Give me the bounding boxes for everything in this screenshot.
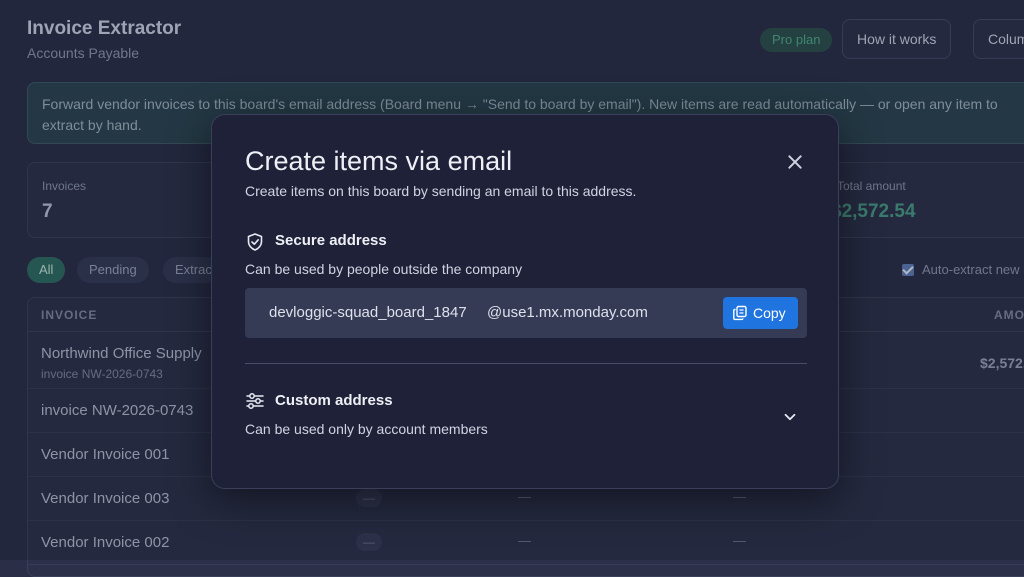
chevron-down-icon[interactable] [782, 409, 798, 425]
modal-title: Create items via email [245, 146, 513, 176]
address-domain: @use1.mx.monday.com [487, 304, 648, 321]
copy-button[interactable]: Copy [723, 297, 798, 329]
copy-icon [733, 305, 747, 321]
secure-address-description: Can be used by people outside the compan… [245, 261, 523, 277]
modal-subtitle: Create items on this board by sending an… [245, 183, 637, 199]
section-divider [245, 363, 807, 364]
custom-address-title[interactable]: Custom address [275, 392, 393, 409]
email-modal: Create items via email Create items on t… [211, 114, 839, 489]
secure-address-title: Secure address [275, 232, 387, 249]
close-icon[interactable] [782, 149, 808, 175]
sliders-icon [246, 393, 264, 409]
copy-label: Copy [753, 305, 786, 321]
secure-address-field[interactable]: devloggic-squad_board_1847 @use1.mx.mond… [245, 288, 807, 338]
address-local-part: devloggic-squad_board_1847 [269, 304, 467, 321]
shield-check-icon [247, 233, 263, 251]
custom-address-description: Can be used only by account members [245, 421, 488, 437]
